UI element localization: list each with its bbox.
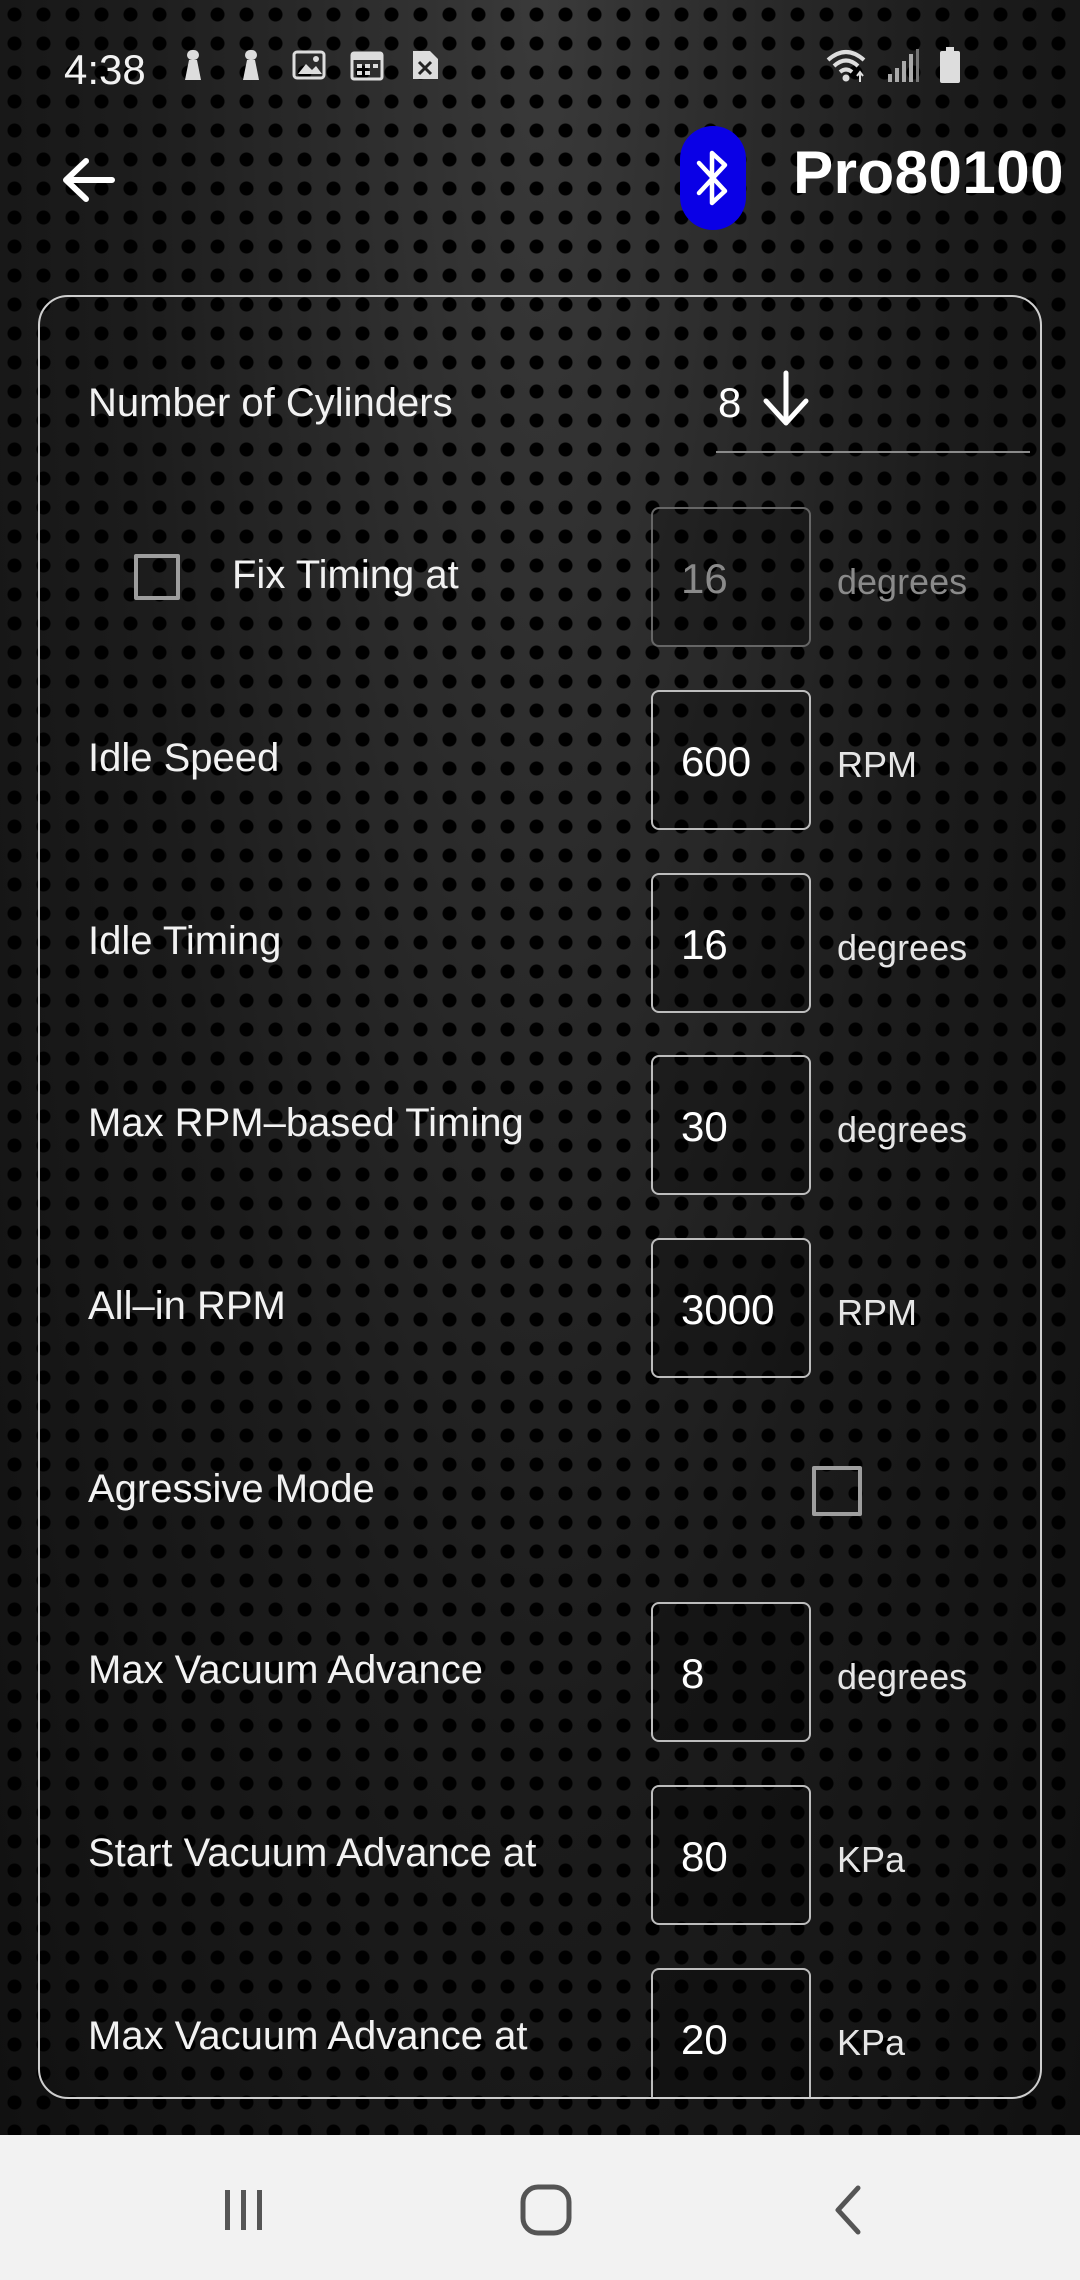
- max-rpm-timing-input[interactable]: 30: [651, 1055, 811, 1195]
- all-in-rpm-label: All–in RPM: [88, 1284, 286, 1328]
- fix-timing-value: 16: [681, 555, 728, 602]
- fix-timing-unit: degrees: [837, 561, 968, 602]
- aggressive-mode-checkbox[interactable]: [812, 1466, 862, 1516]
- idle-timing-value: 16: [681, 921, 728, 968]
- start-vacuum-advance-value: 80: [681, 1833, 728, 1880]
- idle-speed-unit: RPM: [837, 744, 917, 785]
- fix-timing-label: Fix Timing at: [232, 553, 459, 597]
- max-vacuum-advance-unit: degrees: [837, 1656, 968, 1697]
- max-vacuum-advance-label: Max Vacuum Advance: [88, 1648, 484, 1692]
- status-time: 4:38: [64, 46, 146, 93]
- wifi-icon: [826, 50, 866, 82]
- all-in-rpm-input[interactable]: 3000: [651, 1238, 811, 1378]
- notification-pin-icon: [243, 50, 259, 80]
- aggressive-mode-row: Agressive Mode: [40, 1421, 1040, 1561]
- arrow-down-icon: [763, 370, 809, 426]
- max-rpm-timing-row: Max RPM–based Timing 30 degrees: [40, 1055, 1040, 1195]
- status-bar: 4:38: [0, 0, 1080, 140]
- idle-speed-label: Idle Speed: [88, 736, 280, 780]
- cylinders-value: 8: [718, 379, 742, 426]
- start-vacuum-advance-label: Start Vacuum Advance at: [88, 1831, 537, 1875]
- bluetooth-icon: [696, 150, 728, 206]
- back-icon: [835, 2185, 861, 2235]
- idle-timing-row: Idle Timing 16 degrees: [40, 873, 1040, 1013]
- idle-timing-input[interactable]: 16: [651, 873, 811, 1013]
- notification-pin-icon: [185, 50, 201, 80]
- home-button[interactable]: [506, 2175, 586, 2245]
- battery-icon: [940, 47, 960, 83]
- recent-apps-button[interactable]: [204, 2175, 284, 2245]
- signal-icon: [888, 49, 919, 82]
- aggressive-mode-label: Agressive Mode: [88, 1467, 375, 1511]
- cylinders-row: Number of Cylinders 8: [40, 297, 1040, 457]
- system-back-button[interactable]: [808, 2175, 888, 2245]
- fix-timing-row: Fix Timing at 16 degrees: [40, 507, 1040, 647]
- app-bar: Pro80100: [0, 120, 1080, 240]
- fix-timing-input[interactable]: 16: [651, 507, 811, 647]
- calendar-icon: [350, 51, 384, 81]
- max-vacuum-advance-at-row: Max Vacuum Advance at 20 KPa: [40, 1968, 1040, 2097]
- device-name: Pro80100: [793, 139, 1064, 206]
- fix-timing-checkbox[interactable]: [134, 554, 180, 600]
- cylinders-label: Number of Cylinders: [88, 381, 453, 425]
- max-vacuum-advance-at-label: Max Vacuum Advance at: [88, 2014, 528, 2058]
- max-rpm-timing-unit: degrees: [837, 1109, 968, 1150]
- max-vacuum-advance-at-unit: KPa: [837, 2022, 906, 2063]
- image-icon: [292, 50, 326, 80]
- idle-timing-label: Idle Timing: [88, 919, 282, 963]
- arrow-left-icon: [63, 158, 115, 202]
- navigation-bar: [0, 2135, 1080, 2280]
- idle-speed-row: Idle Speed 600 RPM: [40, 690, 1040, 830]
- max-vacuum-advance-input[interactable]: 8: [651, 1602, 811, 1742]
- file-error-icon: [413, 51, 438, 79]
- all-in-rpm-value: 3000: [681, 1286, 775, 1333]
- idle-timing-unit: degrees: [837, 927, 968, 968]
- cylinders-dropdown[interactable]: 8: [716, 351, 1030, 453]
- start-vacuum-advance-input[interactable]: 80: [651, 1785, 811, 1925]
- idle-speed-value: 600: [681, 738, 752, 785]
- max-vacuum-advance-value: 8: [681, 1650, 705, 1697]
- max-vacuum-advance-at-value: 20: [681, 2016, 728, 2063]
- recent-apps-icon: [225, 2190, 262, 2230]
- notification-icons: [176, 48, 442, 82]
- max-vacuum-advance-row: Max Vacuum Advance 8 degrees: [40, 1602, 1040, 1742]
- start-vacuum-advance-unit: KPa: [837, 1839, 906, 1880]
- max-vacuum-advance-at-input[interactable]: 20: [651, 1968, 811, 2097]
- max-rpm-timing-label: Max RPM–based Timing: [88, 1101, 524, 1145]
- all-in-rpm-row: All–in RPM 3000 RPM: [40, 1238, 1040, 1378]
- idle-speed-input[interactable]: 600: [651, 690, 811, 830]
- back-button[interactable]: [52, 150, 124, 210]
- settings-panel: Number of Cylinders 8 Fix Timing at 16 d…: [38, 295, 1042, 2099]
- start-vacuum-advance-row: Start Vacuum Advance at 80 KPa: [40, 1785, 1040, 1925]
- system-icons: [824, 46, 962, 86]
- bluetooth-status[interactable]: [680, 126, 746, 230]
- all-in-rpm-unit: RPM: [837, 1292, 917, 1333]
- home-icon: [520, 2184, 572, 2236]
- max-rpm-timing-value: 30: [681, 1103, 728, 1150]
